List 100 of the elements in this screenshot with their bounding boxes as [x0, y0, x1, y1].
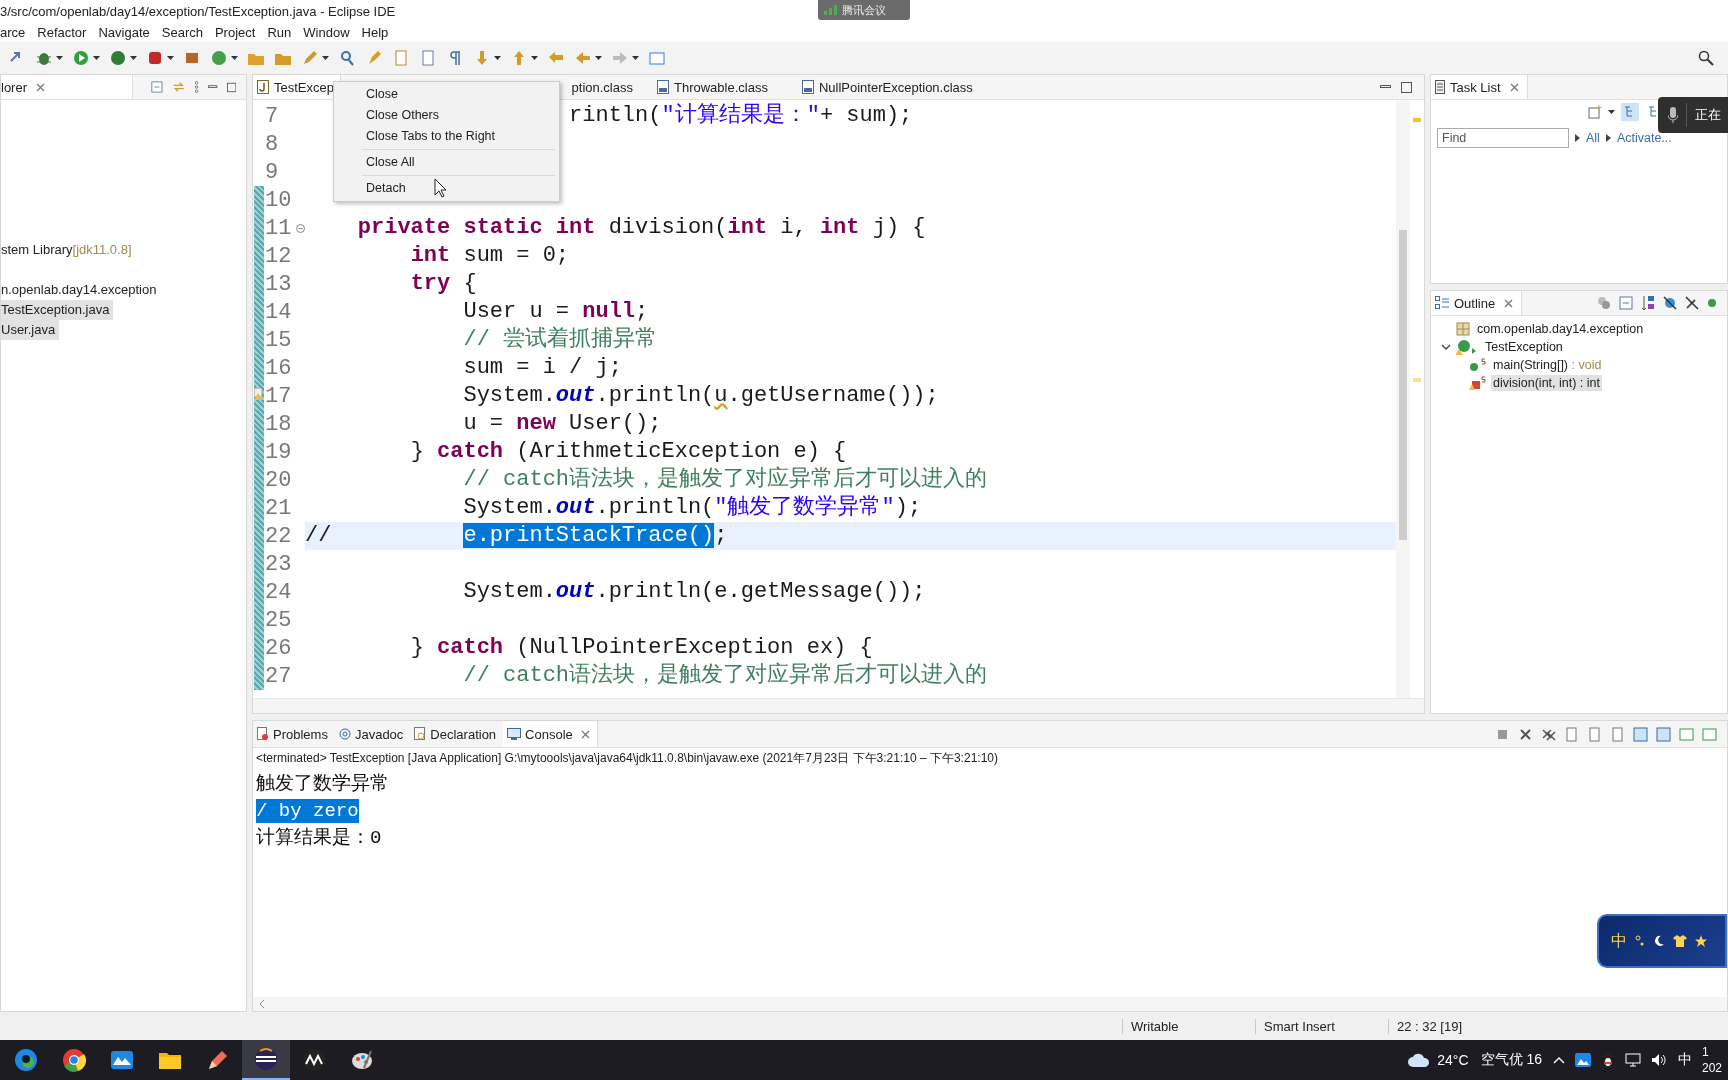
close-icon[interactable] — [1518, 726, 1533, 742]
problems-icon — [257, 727, 269, 741]
caret-icon[interactable] — [56, 56, 63, 60]
scrollbar[interactable] — [253, 997, 1727, 1011]
link[interactable]: All — [1586, 131, 1600, 145]
outline-item[interactable]: TestException — [1483, 339, 1565, 355]
menu-item[interactable]: Close Tabs to the Right — [334, 126, 559, 147]
maximize-icon[interactable] — [226, 81, 236, 93]
menu-item[interactable]: Close All — [334, 152, 559, 173]
minimize-icon[interactable] — [208, 85, 218, 89]
scrollbar[interactable] — [1396, 100, 1410, 698]
coverage-icon[interactable] — [109, 49, 127, 67]
tree-item[interactable]: n.openlab.day14.exception — [1, 280, 161, 300]
annotation-marker[interactable] — [1413, 378, 1421, 382]
more-icon[interactable] — [194, 80, 200, 94]
menu-item[interactable]: Close Others — [334, 105, 559, 126]
scroll-left-icon[interactable] — [259, 1000, 265, 1008]
mouse-cursor-icon — [434, 178, 447, 198]
minimize-icon[interactable] — [1380, 85, 1391, 89]
close-icon[interactable] — [580, 729, 590, 739]
public-method-icon[interactable] — [1707, 298, 1717, 308]
speaker-icon[interactable] — [1651, 1053, 1667, 1067]
pin-icon[interactable] — [1656, 726, 1671, 742]
collapse-icon[interactable] — [150, 80, 163, 94]
close-icon[interactable] — [1504, 298, 1514, 308]
tree-item[interactable]: User.java — [1, 320, 60, 340]
menu-item[interactable]: Refactor — [37, 24, 95, 40]
ime-widget[interactable]: 中 — [1597, 914, 1727, 968]
find-field[interactable]: Find — [1437, 128, 1569, 148]
annotation-marker[interactable] — [1413, 118, 1421, 122]
chevron-icon[interactable] — [1441, 342, 1451, 352]
warning-icon[interactable] — [254, 388, 264, 400]
clock[interactable]: 1 202 — [1698, 1044, 1728, 1076]
scroll-thumb[interactable] — [1399, 230, 1407, 540]
view-tab[interactable]: Javadoc — [334, 721, 411, 747]
hide-static-icon[interactable] — [1685, 296, 1699, 310]
caret-icon[interactable] — [167, 56, 174, 60]
taskbar-app[interactable] — [242, 1040, 290, 1080]
outline-item[interactable]: main(String[]) : void — [1491, 357, 1604, 373]
meeting-overlay[interactable]: 正在 — [1658, 97, 1728, 133]
menu-item[interactable]: Search — [161, 24, 211, 40]
caret-icon[interactable] — [231, 56, 238, 60]
menu-item[interactable]: arce — [0, 24, 34, 40]
search-icon[interactable] — [1698, 50, 1714, 66]
link[interactable]: Activate... — [1616, 131, 1672, 145]
outline-item[interactable]: com.openlab.day14.exception — [1475, 321, 1646, 337]
punctuation-icon[interactable] — [1635, 935, 1645, 947]
close-icon[interactable] — [1509, 82, 1519, 92]
menu-item[interactable]: Window — [303, 24, 358, 40]
editor-tab[interactable]: NullPointerException.class — [795, 75, 991, 99]
view-tab[interactable]: lorer — [1, 75, 133, 99]
sort-icon[interactable] — [1641, 295, 1655, 311]
editor-tab[interactable]: Throwable.class — [651, 75, 786, 99]
air-quality[interactable]: 空气优 16 — [1480, 1051, 1542, 1069]
network-icon[interactable] — [1625, 1053, 1641, 1067]
caret-icon[interactable] — [130, 56, 137, 60]
meeting-badge[interactable]: 腾讯会议 — [818, 0, 910, 20]
caret-icon[interactable] — [632, 56, 639, 60]
weather-temperature[interactable]: 24°C — [1437, 1052, 1469, 1068]
menu-item[interactable]: Project — [214, 24, 264, 40]
menu-item[interactable]: Navigate — [98, 24, 158, 40]
star-icon[interactable] — [1695, 935, 1707, 947]
eclipse-icon — [254, 1047, 278, 1071]
mountain-icon[interactable] — [1575, 1053, 1591, 1067]
close-icon[interactable] — [36, 82, 45, 92]
menu-item[interactable]: Help — [361, 24, 397, 40]
caret-icon[interactable] — [595, 56, 602, 60]
maximize-icon[interactable] — [1401, 81, 1412, 93]
pin-icon[interactable] — [1633, 726, 1648, 742]
chevron-up-icon[interactable] — [1553, 1056, 1565, 1064]
moon-icon[interactable] — [1653, 935, 1665, 947]
shirt-icon[interactable] — [1673, 935, 1687, 947]
scrollbar[interactable] — [253, 698, 1424, 713]
hide-fields-icon[interactable] — [1663, 296, 1677, 310]
menu-item[interactable]: Detach — [334, 178, 559, 199]
view-tab[interactable]: Console — [503, 721, 598, 747]
editor-tab[interactable]: TestExcep — [253, 75, 341, 99]
input-method[interactable]: 中 — [1678, 1051, 1692, 1069]
tools-icon[interactable] — [146, 49, 164, 67]
remove-all-icon[interactable] — [1541, 726, 1556, 742]
caret-icon[interactable] — [531, 56, 538, 60]
new-task-icon[interactable] — [1588, 105, 1602, 119]
tree-item[interactable]: stem Library[jdk11.0.8] — [1, 240, 136, 260]
caret-icon[interactable] — [93, 56, 100, 60]
caret-icon[interactable] — [494, 56, 501, 60]
filter-icon[interactable] — [1597, 296, 1611, 310]
caret-icon[interactable] — [1608, 110, 1615, 114]
view-tab[interactable]: Task List — [1431, 75, 1528, 99]
outline-item[interactable]: division(int, int) : int — [1491, 375, 1602, 391]
menu-item[interactable]: Run — [267, 24, 300, 40]
view-tab[interactable]: Declaration — [410, 721, 504, 747]
microphone-icon[interactable] — [1668, 107, 1678, 123]
tree-item[interactable]: TestException.java — [1, 300, 114, 320]
collapse-icon[interactable] — [296, 224, 305, 233]
view-tab[interactable]: Outline — [1431, 291, 1523, 315]
penguin-icon[interactable] — [1601, 1052, 1615, 1068]
line-number: 23 — [265, 551, 292, 577]
view-tab[interactable]: Problems — [253, 721, 335, 747]
caret-icon[interactable] — [322, 56, 329, 60]
status-field: Smart Insert — [1255, 1018, 1388, 1034]
